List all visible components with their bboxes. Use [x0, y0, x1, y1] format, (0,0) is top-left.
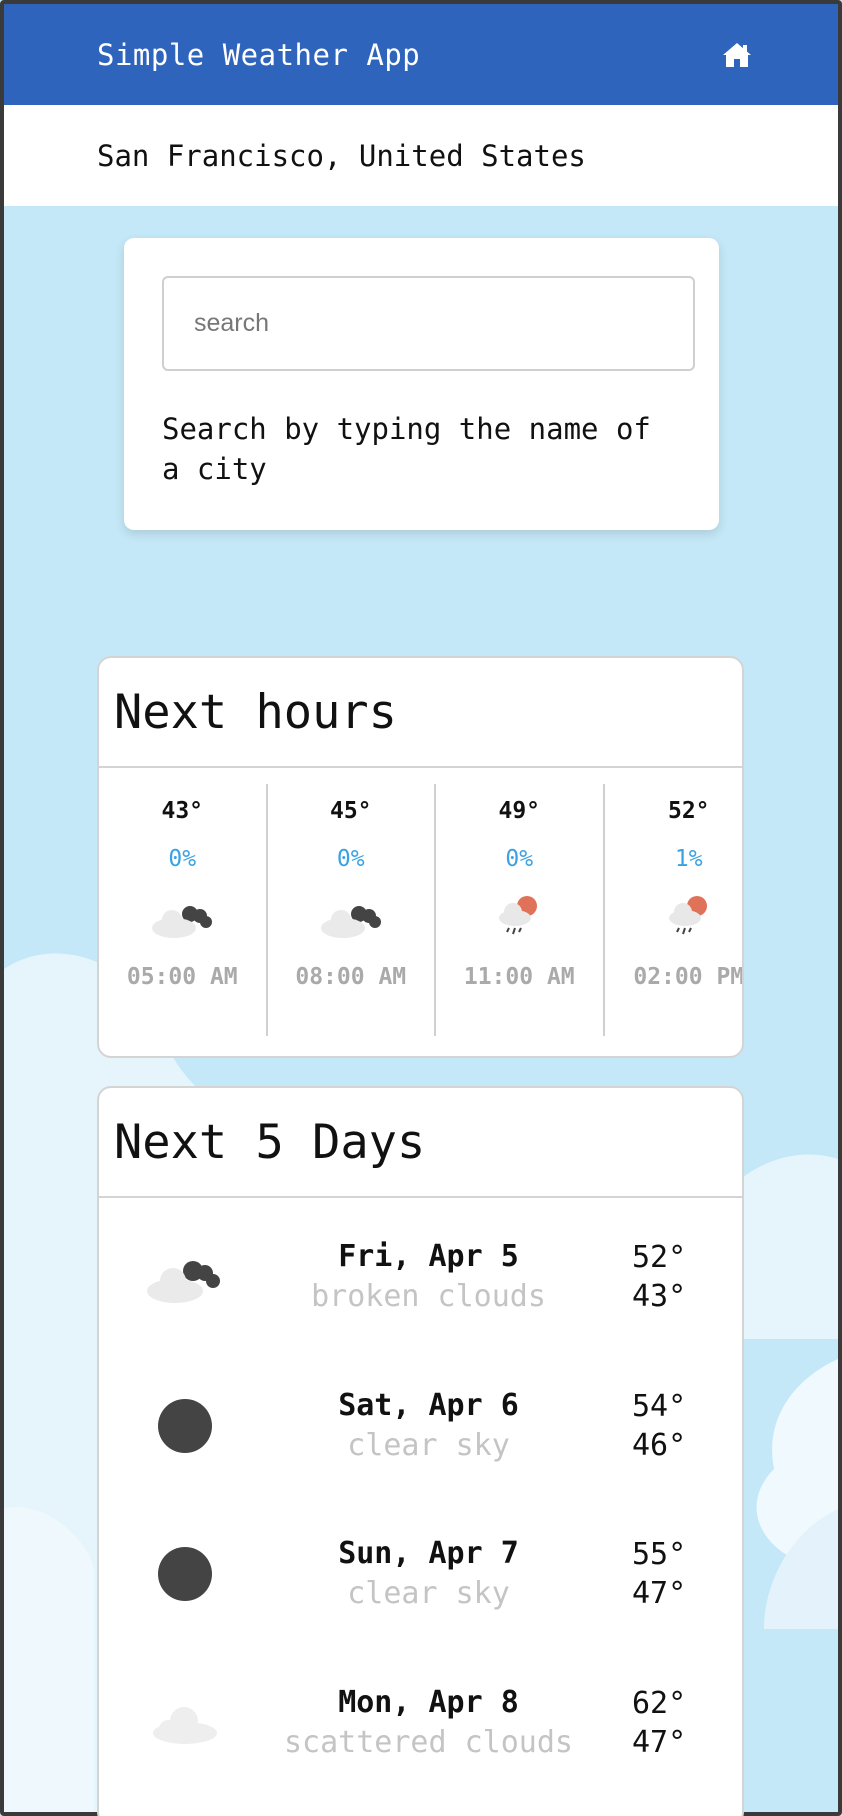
hour-temp: 43°	[161, 798, 204, 824]
hour-temp: 45°	[329, 798, 372, 824]
hour-temp: 49°	[498, 798, 541, 824]
hour-item: 43° 0% 05:00 AM	[99, 784, 268, 1036]
next-5-days-title: Next 5 Days	[99, 1088, 742, 1198]
light-rain-icon	[668, 896, 707, 935]
hour-time: 05:00 AM	[126, 964, 238, 990]
search-hint: Search by typing the name of a city	[162, 412, 651, 486]
search-card: Search by typing the name of a city	[124, 238, 719, 530]
day-description: scattered clouds	[284, 1724, 573, 1760]
day-row: Sat, Apr 6 clear sky 54° 46°	[99, 1347, 742, 1496]
hour-time: 02:00 PM	[633, 964, 744, 990]
hour-precip: 0%	[505, 846, 534, 872]
day-row: Fri, Apr 5 broken clouds 52° 43°	[99, 1198, 742, 1347]
hour-temp: 52°	[667, 798, 710, 824]
day-high: 62°	[632, 1685, 687, 1721]
location-name: San Francisco, United States	[97, 138, 586, 173]
day-row: Mon, Apr 8 scattered clouds 62° 47°	[99, 1644, 742, 1793]
clear-sky-icon	[158, 1398, 212, 1453]
day-high: 55°	[632, 1537, 687, 1573]
hour-item: 49° 0% 11:00 AM	[436, 784, 605, 1036]
light-rain-icon	[499, 896, 538, 935]
clear-sky-icon	[158, 1547, 212, 1602]
app-title: Simple Weather App	[97, 37, 421, 72]
day-date: Fri, Apr 5	[338, 1239, 519, 1275]
home-button[interactable]	[720, 38, 754, 72]
app-header: Simple Weather App	[4, 4, 838, 105]
hour-precip: 1%	[674, 846, 703, 872]
hour-time: 11:00 AM	[463, 964, 575, 990]
day-date: Mon, Apr 8	[338, 1684, 519, 1720]
search-input[interactable]	[162, 276, 695, 371]
day-description: broken clouds	[311, 1279, 546, 1315]
broken-clouds-icon	[320, 906, 381, 938]
day-description: clear sky	[347, 1427, 510, 1463]
day-high: 54°	[632, 1388, 687, 1424]
day-date: Sun, Apr 7	[338, 1536, 519, 1572]
home-icon	[723, 42, 751, 67]
day-low: 43°	[632, 1279, 687, 1315]
day-high: 52°	[632, 1240, 687, 1276]
broken-clouds-icon	[147, 1261, 220, 1304]
location-bar: San Francisco, United States	[4, 105, 838, 206]
hour-time: 08:00 AM	[295, 964, 407, 990]
hour-precip: 0%	[168, 846, 197, 872]
day-date: Sat, Apr 6	[338, 1387, 519, 1423]
hour-precip: 0%	[336, 846, 365, 872]
day-description: clear sky	[347, 1576, 510, 1612]
hours-list[interactable]: 43° 0% 05:00 AM 45° 0% 08:00 AM 49° 0% 1…	[99, 768, 742, 1036]
next-hours-title: Next hours	[99, 658, 742, 768]
scattered-clouds-icon	[153, 1706, 217, 1744]
hour-item: 52° 1% 02:00 PM	[605, 784, 744, 1036]
hour-item: 45° 0% 08:00 AM	[268, 784, 436, 1036]
broken-clouds-icon	[152, 906, 213, 938]
day-low: 46°	[632, 1427, 687, 1463]
next-hours-card: Next hours 43° 0% 05:00 AM 45° 0% 08:00 …	[97, 656, 744, 1058]
day-low: 47°	[632, 1576, 687, 1612]
next-5-days-card: Next 5 Days Fri, Apr 5 broken clouds 52°…	[97, 1086, 744, 1816]
day-low: 47°	[632, 1724, 687, 1760]
day-row: Sun, Apr 7 clear sky 55° 47°	[99, 1495, 742, 1644]
